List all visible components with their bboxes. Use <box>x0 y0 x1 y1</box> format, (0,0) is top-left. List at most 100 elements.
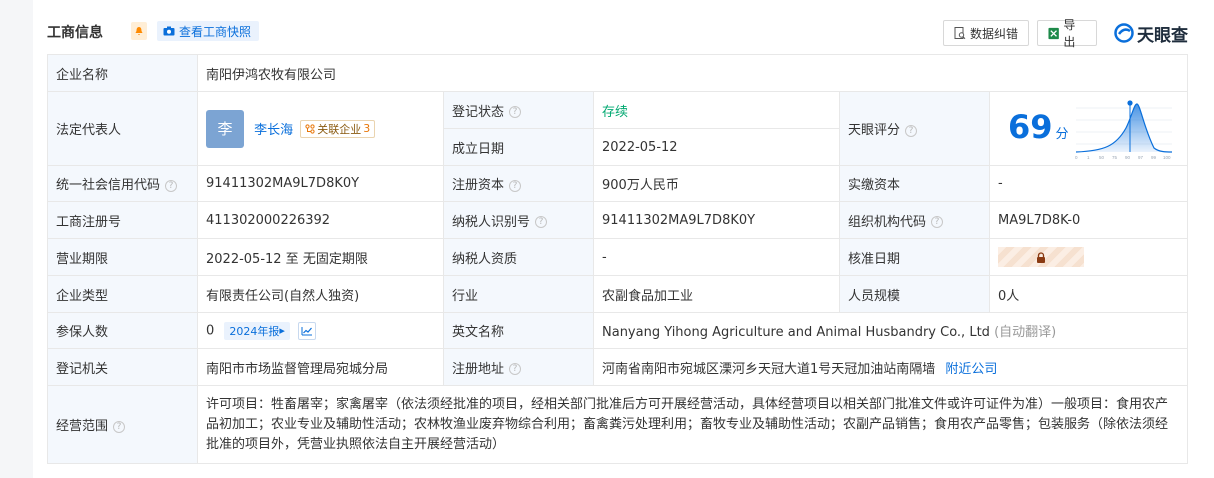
paid-capital-label: 实缴资本 <box>839 165 990 202</box>
business-info-panel: 工商信息 查看工商快照 数据纠错 导出 天眼查 企业名称 南阳伊鸿农牧有限公司 <box>33 0 1214 478</box>
found-date-label: 成立日期 <box>443 128 594 166</box>
panel-header: 工商信息 查看工商快照 数据纠错 导出 天眼查 <box>47 18 1214 49</box>
bell-icon[interactable] <box>131 22 147 40</box>
biz-scope-label: 经营范围 <box>56 419 109 434</box>
snapshot-label: 查看工商快照 <box>179 24 252 39</box>
reg-address-label-cell: 注册地址? <box>443 348 594 386</box>
reg-capital-label-cell: 注册资本? <box>443 165 594 202</box>
approval-date-cell <box>988 238 1189 276</box>
english-name-label: 英文名称 <box>443 312 594 349</box>
found-date-value: 2022-05-12 <box>593 128 840 166</box>
industry-label: 行业 <box>443 275 594 313</box>
table-row: 登记机关 南阳市市场监督管理局宛城分局 注册地址? 河南省南阳市宛城区溧河乡天冠… <box>47 348 1189 386</box>
axis-tick: 90 <box>1125 155 1131 160</box>
correction-label: 数据纠错 <box>970 26 1019 41</box>
business-info-table: 企业名称 南阳伊鸿农牧有限公司 法定代表人 李 李长海 关联企业 3 登记状态?… <box>47 54 1189 464</box>
taxpayer-qual-label: 纳税人资质 <box>443 238 594 276</box>
taxpayer-id-value: 91411302MA9L7D8K0Y <box>593 201 840 239</box>
score-value: 69 <box>1008 108 1053 146</box>
legal-rep-cell: 李 李长海 关联企业 3 <box>197 91 444 166</box>
related-company-badge[interactable]: 关联企业 3 <box>300 119 376 138</box>
biz-reg-no-value: 411302000226392 <box>197 201 444 239</box>
credit-code-value: 91411302MA9L7D8K0Y <box>197 165 444 202</box>
reg-capital-value: 900万人民币 <box>593 165 840 202</box>
nearby-companies-link[interactable]: 附近公司 <box>945 362 997 377</box>
biz-scope-label-cell: 经营范围? <box>47 385 198 464</box>
axis-tick: 100 <box>1163 155 1171 160</box>
export-label: 导出 <box>1063 18 1076 49</box>
help-icon[interactable]: ? <box>113 420 126 433</box>
help-icon[interactable]: ? <box>931 216 944 228</box>
approval-date-label: 核准日期 <box>839 238 990 276</box>
staff-size-label: 人员规模 <box>839 275 990 313</box>
avatar[interactable]: 李 <box>206 109 244 148</box>
annual-report-button[interactable]: 2024年报 ▸ <box>224 321 290 340</box>
reg-address-cell: 河南省南阳市宛城区溧河乡天冠大道1号天冠加油站南隔墙 附近公司 <box>592 348 1189 386</box>
insured-value: 0 <box>206 323 215 338</box>
help-icon[interactable]: ? <box>509 106 522 118</box>
paid-capital-value: - <box>988 165 1189 202</box>
company-type-value: 有限责任公司(自然人独资) <box>197 275 444 313</box>
company-name-value: 南阳伊鸿农牧有限公司 <box>196 54 1189 92</box>
biz-reg-no-label: 工商注册号 <box>47 201 198 239</box>
reg-capital-label: 注册资本 <box>452 178 505 193</box>
table-row: 统一社会信用代码? 91411302MA9L7D8K0Y 注册资本? 900万人… <box>47 165 1189 202</box>
taxpayer-qual-value: - <box>593 238 840 276</box>
table-row: 企业类型 有限责任公司(自然人独资) 行业 农副食品加工业 人员规模 0人 <box>47 275 1189 313</box>
annual-report-label: 2024年报 <box>229 324 280 338</box>
help-icon[interactable]: ? <box>905 124 918 137</box>
taxpayer-id-label-cell: 纳税人识别号? <box>443 201 594 239</box>
insured-label: 参保人数 <box>47 312 198 349</box>
axis-tick: 50 <box>1099 155 1105 160</box>
excel-icon <box>1048 27 1059 39</box>
reg-authority-label: 登记机关 <box>47 348 198 386</box>
snapshot-button[interactable]: 查看工商快照 <box>157 21 260 41</box>
data-correction-button[interactable]: 数据纠错 <box>943 20 1029 46</box>
export-button[interactable]: 导出 <box>1037 18 1097 49</box>
reg-authority-value: 南阳市市场监督管理局宛城分局 <box>197 348 444 386</box>
score-display: 69 分 <box>1008 108 1069 146</box>
axis-tick: 0 <box>1075 155 1078 160</box>
lock-icon <box>1037 251 1045 263</box>
score-label: 天眼评分 <box>848 123 901 138</box>
org-code-label-cell: 组织机构代码? <box>839 201 990 239</box>
reg-status-label-cell: 登记状态? <box>443 91 594 129</box>
score-distribution-chart: 0 1 50 75 90 97 99 100 <box>1075 100 1173 160</box>
help-icon[interactable]: ? <box>165 179 178 192</box>
section-title: 工商信息 <box>47 25 103 41</box>
table-row: 经营范围? 许可项目：牲畜屠宰；家禽屠宰（依法须经批准的项目，经相关部门批准后方… <box>47 385 1189 464</box>
help-icon[interactable]: ? <box>535 216 548 228</box>
brand-name: 天眼查 <box>1137 25 1188 46</box>
legal-rep-name-link[interactable]: 李长海 <box>254 123 293 138</box>
related-company-icon <box>305 123 315 134</box>
insured-cell: 0 2024年报 ▸ <box>197 312 444 349</box>
brand-logo-icon <box>1114 23 1134 43</box>
camera-icon <box>163 26 175 36</box>
locked-value[interactable] <box>998 247 1084 267</box>
related-company-count: 3 <box>363 122 371 135</box>
legal-rep-label: 法定代表人 <box>47 91 198 166</box>
axis-tick: 75 <box>1112 155 1118 160</box>
reg-address-label: 注册地址 <box>452 361 505 377</box>
table-row: 营业期限 2022-05-12 至 无固定期限 纳税人资质 - 核准日期 <box>47 238 1189 276</box>
english-name-cell: Nanyang Yihong Agriculture and Animal Hu… <box>592 312 1189 349</box>
biz-term-label: 营业期限 <box>47 238 198 276</box>
trend-chart-icon[interactable] <box>298 321 317 340</box>
table-row: 法定代表人 李 李长海 关联企业 3 登记状态? 存续 天眼评分? 69 分 0… <box>47 91 1189 166</box>
reg-status-label: 登记状态 <box>452 104 505 120</box>
table-row: 企业名称 南阳伊鸿农牧有限公司 <box>47 54 1189 92</box>
score-label-cell: 天眼评分? <box>839 91 990 166</box>
credit-code-label-cell: 统一社会信用代码? <box>47 165 198 202</box>
org-code-label: 组织机构代码 <box>848 214 927 230</box>
biz-scope-value: 许可项目：牲畜屠宰；家禽屠宰（依法须经批准的项目，经相关部门批准后方可开展经营活… <box>196 385 1189 464</box>
axis-tick: 97 <box>1138 155 1144 160</box>
industry-value: 农副食品加工业 <box>593 275 840 313</box>
help-icon[interactable]: ? <box>509 179 522 192</box>
org-code-value: MA9L7D8K-0 <box>988 201 1189 239</box>
help-icon[interactable]: ? <box>509 363 522 375</box>
score-cell[interactable]: 69 分 0 1 50 75 90 97 99 100 <box>988 91 1189 166</box>
reg-status-value: 存续 <box>593 91 840 129</box>
axis-tick: 99 <box>1151 155 1157 160</box>
auto-translate-note: (自动翻译) <box>994 325 1057 340</box>
biz-term-value: 2022-05-12 至 无固定期限 <box>197 238 444 276</box>
